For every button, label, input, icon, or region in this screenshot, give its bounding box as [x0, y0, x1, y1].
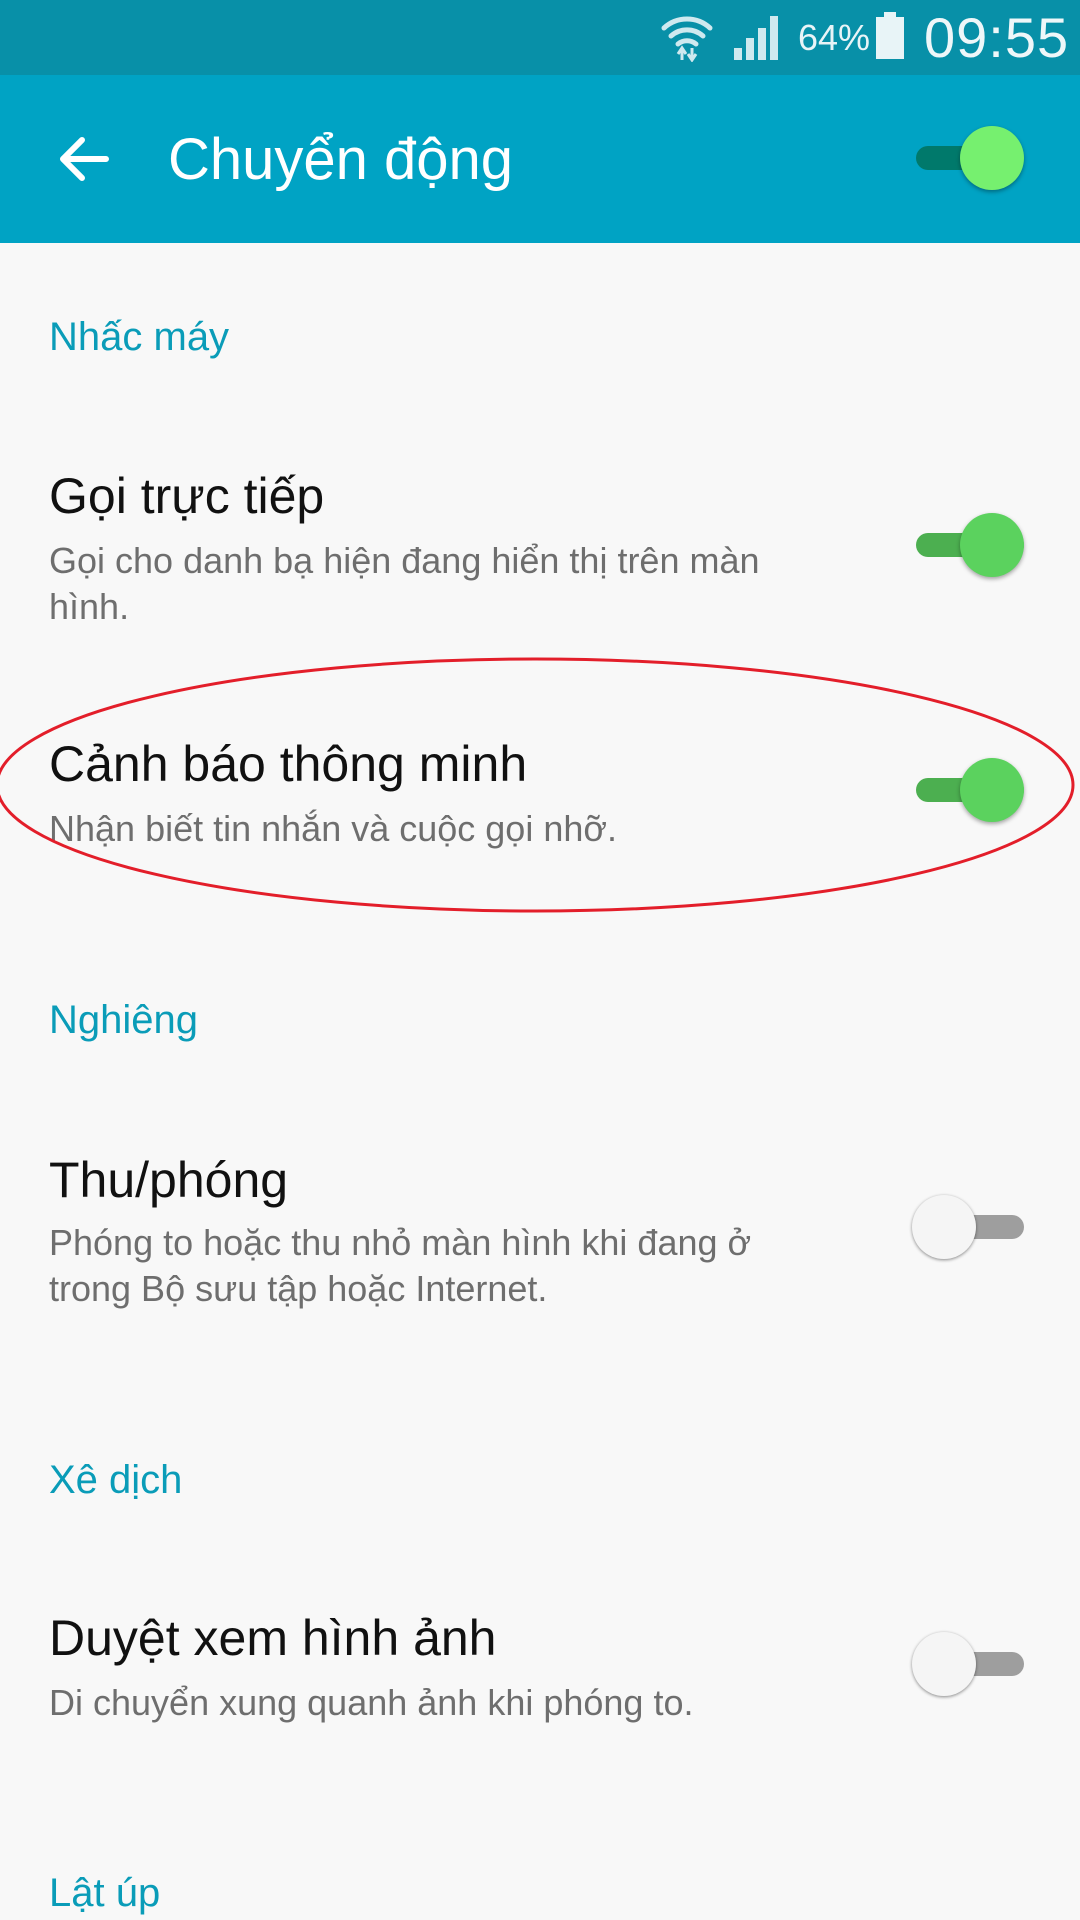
toggle-thumb: [912, 1195, 976, 1259]
setting-title: Gọi trực tiếp: [49, 468, 325, 524]
toggle-thumb: [960, 126, 1024, 190]
zoom-toggle[interactable]: [912, 1192, 1028, 1262]
direct-call-toggle[interactable]: [912, 510, 1028, 580]
setting-title: Thu/phóng: [49, 1152, 289, 1208]
setting-summary: Di chuyển xung quanh ảnh khi phóng to.: [49, 1682, 694, 1723]
toggle-thumb: [960, 758, 1024, 822]
toggle-thumb: [912, 1632, 976, 1696]
wifi-icon: [661, 16, 713, 62]
setting-title: Cảnh báo thông minh: [49, 736, 528, 792]
battery-percent: 64%: [798, 17, 871, 58]
page-title: Chuyển động: [168, 127, 514, 192]
battery-icon: [876, 12, 904, 59]
arrow-left-icon: [60, 137, 109, 181]
section-header-pan: Xê dịch: [49, 1458, 183, 1502]
setting-summary: Gọi cho danh bạ hiện đang hiển thị trên …: [49, 540, 760, 627]
section-header-flip: Lật úp: [49, 1871, 161, 1915]
settings-screen: 64% 09:55 Chuyển động Nhấc máy Gọi trực …: [0, 0, 1080, 1920]
toggle-thumb: [960, 513, 1024, 577]
browse-image-toggle[interactable]: [912, 1629, 1028, 1699]
setting-summary: Phóng to hoặc thu nhỏ màn hình khi đang …: [49, 1222, 752, 1309]
smart-alert-toggle[interactable]: [912, 755, 1028, 825]
setting-summary: Nhận biết tin nhắn và cuộc gọi nhỡ.: [49, 808, 617, 849]
master-motion-toggle[interactable]: [912, 123, 1028, 193]
section-header-tilt: Nghiêng: [49, 998, 199, 1042]
back-button[interactable]: [40, 115, 128, 203]
section-header-pickup: Nhấc máy: [49, 315, 230, 359]
status-clock: 09:55: [924, 6, 1070, 69]
setting-title: Duyệt xem hình ảnh: [49, 1610, 497, 1666]
signal-icon: [734, 16, 778, 60]
status-bar: 64% 09:55: [0, 0, 1080, 75]
action-bar: Chuyển động: [0, 75, 1080, 243]
